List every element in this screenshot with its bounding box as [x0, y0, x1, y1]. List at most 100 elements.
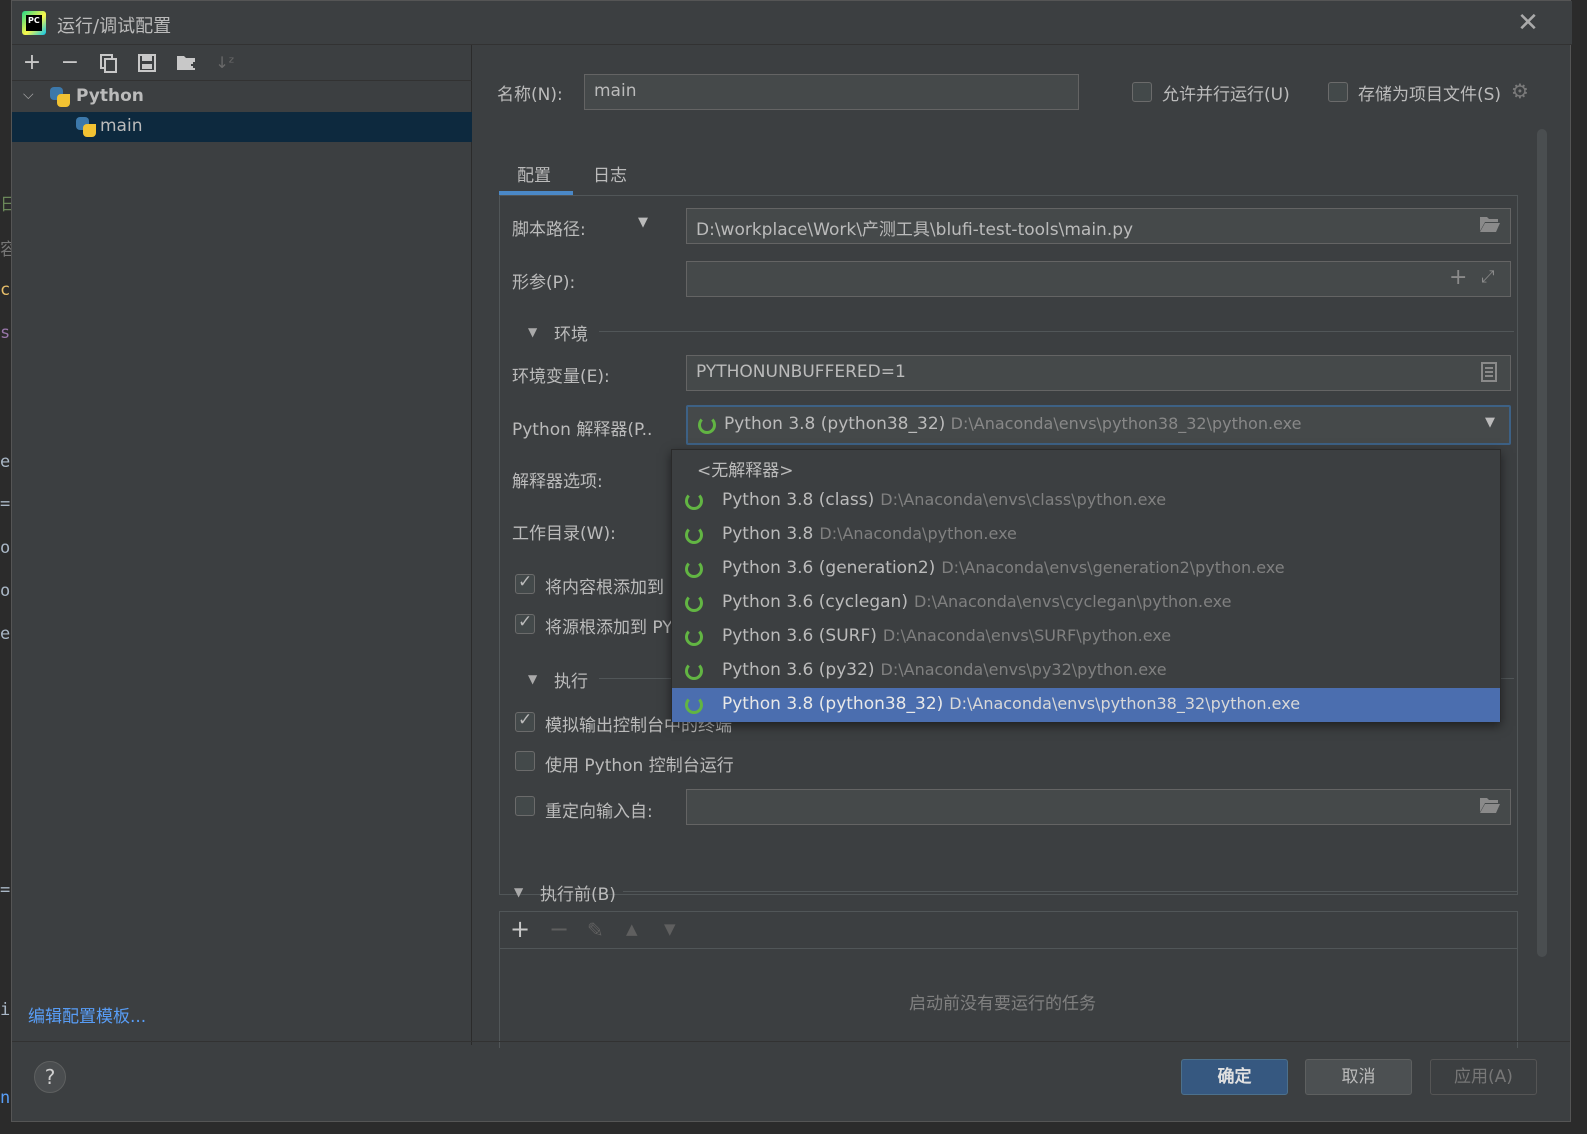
tab-config[interactable]: 配置 [517, 161, 551, 186]
title-bar[interactable]: PC 运行/调试配置 ✕ [12, 1, 1572, 45]
tree-node-label: main [100, 116, 143, 136]
interpreter-current: Python 3.8 (python38_32) D:\Anaconda\env… [724, 414, 1301, 434]
interpreter-option[interactable]: Python 3.8 D:\Anaconda\python.exe [672, 518, 1500, 552]
python-icon [50, 87, 70, 107]
interpreter-option-name: Python 3.6 (generation2) [722, 558, 936, 578]
bg-char: o [0, 538, 11, 558]
move-up-icon[interactable]: ▲ [626, 920, 638, 938]
add-content-roots-checkbox[interactable] [515, 572, 535, 594]
bg-char: n [0, 1088, 11, 1108]
add-icon[interactable]: + [19, 50, 45, 76]
interpreter-option-path: D:\Anaconda\envs\generation2\python.exe [941, 558, 1285, 577]
redirect-input-label: 重定向输入自: [545, 802, 653, 822]
python-interpreter-icon [685, 662, 703, 680]
interpreter-option-text: Python 3.6 (cyclegan) D:\Anaconda\envs\cy… [722, 592, 1232, 612]
interpreter-option-none[interactable]: <无解释器> [672, 450, 1500, 484]
interpreter-option[interactable]: Python 3.8 (class) D:\Anaconda\envs\class… [672, 484, 1500, 518]
collapse-triangle-icon[interactable]: ▼ [514, 885, 523, 899]
expand-icon[interactable]: ⤢ [1481, 267, 1495, 287]
script-type-dropdown-icon[interactable]: ▼ [638, 215, 648, 230]
interpreter-option-name: Python 3.8 (class) [722, 490, 875, 510]
tab-logs[interactable]: 日志 [593, 161, 627, 186]
python-interpreter-icon [685, 628, 703, 646]
window-title: 运行/调试配置 [57, 16, 172, 37]
interpreter-option-text: Python 3.8 (class) D:\Anaconda\envs\class… [722, 490, 1166, 510]
params-field[interactable]: + ⤢ [686, 261, 1511, 297]
interpreter-option-text: Python 3.6 (SURF) D:\Anaconda\envs\SURF\p… [722, 626, 1171, 646]
help-button[interactable]: ? [34, 1061, 66, 1093]
redirect-input-field[interactable] [686, 789, 1511, 825]
ok-button[interactable]: 确定 [1181, 1059, 1288, 1095]
bg-char: = [0, 494, 11, 514]
add-source-roots-checkbox[interactable] [515, 612, 535, 634]
interpreter-option-path: D:\Anaconda\envs\SURF\python.exe [882, 626, 1172, 645]
interpreter-option-path: D:\Anaconda\python.exe [819, 524, 1017, 543]
interpreter-option-text: Python 3.8 D:\Anaconda\python.exe [722, 524, 1017, 544]
add-icon[interactable]: + [510, 915, 530, 943]
folder-open-icon[interactable] [1479, 215, 1501, 238]
collapse-triangle-icon[interactable]: ▼ [528, 325, 537, 339]
python-run-icon [76, 117, 96, 137]
save-icon[interactable] [134, 50, 160, 76]
interpreter-combo[interactable]: Python 3.8 (python38_32) D:\Anaconda\env… [686, 405, 1511, 445]
add-macro-icon[interactable]: + [1449, 265, 1467, 290]
copy-icon[interactable] [96, 50, 122, 76]
redirect-input-checkbox[interactable] [515, 796, 535, 816]
python-interpreter-icon [685, 594, 703, 612]
interpreter-option-path: D:\Anaconda\envs\py32\python.exe [880, 660, 1167, 679]
interpreter-option[interactable]: Python 3.6 (SURF) D:\Anaconda\envs\SURF\p… [672, 620, 1500, 654]
workdir-label: 工作目录(W): [512, 524, 616, 544]
params-label: 形参(P): [512, 273, 576, 293]
scrollbar[interactable] [1537, 129, 1547, 957]
use-python-console-checkbox[interactable] [515, 751, 535, 771]
script-path-label: 脚本路径: [512, 220, 586, 240]
python-interpreter-icon [685, 492, 703, 510]
config-tree-panel: + − ↓ᶻ ⌵ Python main 编辑配置模板... ? [12, 45, 472, 1093]
bg-char: e [0, 452, 11, 472]
tree-node-label: Python [76, 86, 144, 106]
apply-button[interactable]: 应用(A) [1430, 1059, 1537, 1095]
env-vars-field[interactable]: PYTHONUNBUFFERED=1 [686, 355, 1511, 391]
tree-node-main[interactable]: main [12, 112, 472, 142]
document-icon[interactable] [1481, 362, 1497, 387]
sort-icon[interactable]: ↓ᶻ [212, 50, 238, 76]
move-down-icon[interactable]: ▼ [664, 920, 676, 938]
script-path-field[interactable]: D:\workplace\Work\产测工具\blufi-test-tools\… [686, 208, 1511, 244]
interpreter-option[interactable]: Python 3.6 (generation2) D:\Anaconda\envs… [672, 552, 1500, 586]
edit-templates-link[interactable]: 编辑配置模板... [28, 1002, 146, 1027]
gear-icon[interactable]: ⚙ [1511, 79, 1529, 103]
before-launch-divider [623, 891, 1518, 892]
collapse-triangle-icon[interactable]: ▼ [528, 672, 537, 686]
remove-icon[interactable]: − [57, 50, 83, 76]
before-launch-title[interactable]: 执行前(B) [540, 880, 616, 905]
emulate-terminal-checkbox[interactable] [515, 710, 535, 732]
interpreter-option-name: Python 3.8 (python38_32) [722, 694, 944, 714]
allow-parallel-checkbox[interactable] [1132, 82, 1152, 102]
before-launch-empty-message: 启动前没有要运行的任务 [909, 994, 1096, 1014]
interpreter-option-selected[interactable]: Python 3.8 (python38_32) D:\Anaconda\envs… [672, 688, 1500, 722]
interpreter-option[interactable]: Python 3.6 (py32) D:\Anaconda\envs\py32\p… [672, 654, 1500, 688]
store-as-project-checkbox[interactable] [1328, 82, 1348, 102]
interpreter-option-text: Python 3.8 (python38_32) D:\Anaconda\envs… [722, 694, 1300, 714]
python-interpreter-icon [685, 696, 703, 714]
folder-open-icon[interactable] [1479, 796, 1501, 819]
name-value: main [594, 81, 637, 101]
name-field[interactable]: main [584, 74, 1079, 110]
env-section-title[interactable]: 环境 [554, 320, 588, 345]
chevron-down-icon[interactable]: ⌵ [23, 87, 34, 103]
add-content-roots-label: 将内容根添加到 [545, 578, 664, 598]
edit-pencil-icon[interactable]: ✎ [587, 918, 604, 942]
chevron-down-icon[interactable]: ▼ [1485, 415, 1495, 430]
exec-section-title[interactable]: 执行 [554, 667, 588, 692]
close-button[interactable]: ✕ [1514, 9, 1542, 37]
cancel-button[interactable]: 取消 [1305, 1059, 1412, 1095]
remove-icon[interactable]: − [549, 915, 569, 943]
bg-char: o [0, 581, 11, 601]
interpreter-option[interactable]: Python 3.6 (cyclegan) D:\Anaconda\envs\cy… [672, 586, 1500, 620]
interpreter-label: Python 解释器(P.. [512, 420, 653, 440]
footer-divider [12, 1041, 1570, 1042]
folder-add-icon[interactable] [174, 50, 200, 76]
tree-node-python[interactable]: ⌵ Python [12, 82, 472, 112]
interpreter-option-name: Python 3.6 (SURF) [722, 626, 877, 646]
env-vars-label: 环境变量(E): [512, 367, 610, 387]
